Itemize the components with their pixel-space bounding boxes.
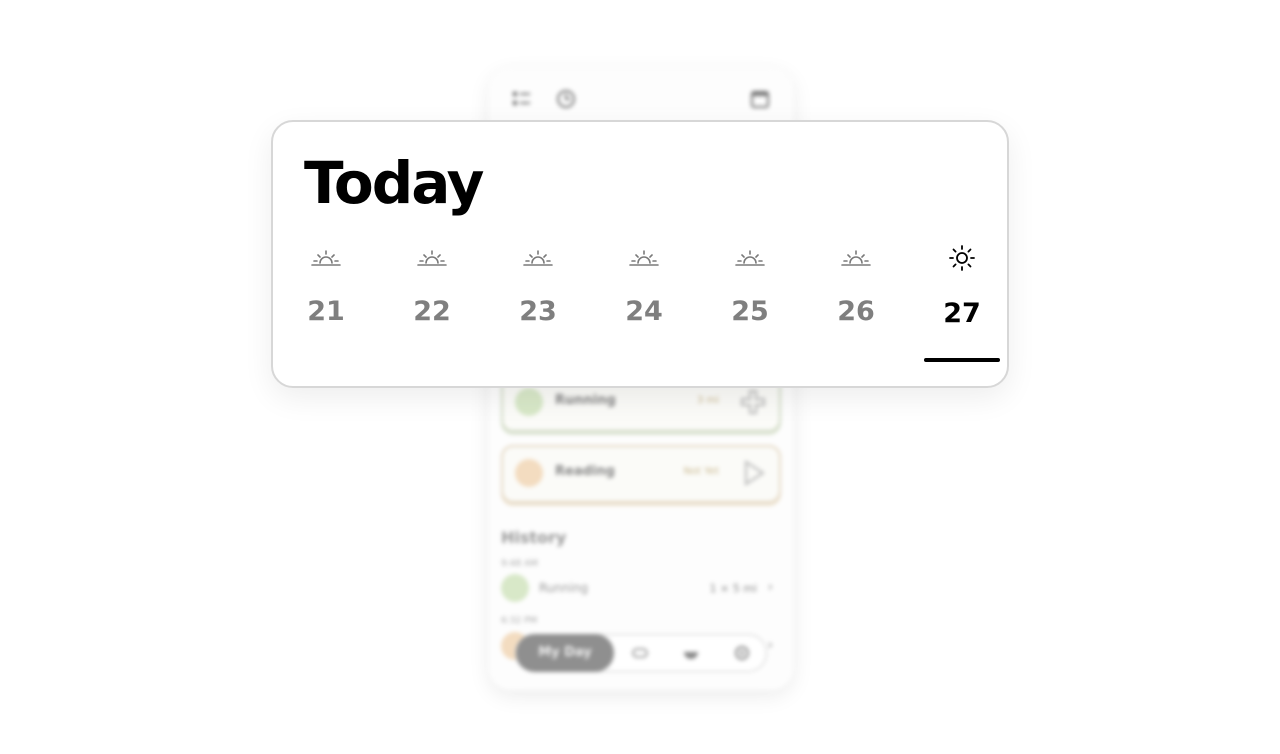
bottom-tab-bar: My Day: [515, 634, 767, 672]
plus-icon[interactable]: [739, 388, 767, 416]
play-icon[interactable]: [739, 459, 767, 487]
clock-icon[interactable]: [555, 88, 577, 110]
day-number: 26: [837, 296, 875, 327]
history-value: 1 × 5 mi: [709, 582, 757, 595]
list-icon[interactable]: [511, 88, 533, 110]
day-22[interactable]: 22: [387, 244, 477, 364]
habit-name: Running: [555, 393, 616, 408]
day-number: 21: [307, 296, 345, 327]
day-number: 22: [413, 296, 451, 327]
day-number: 23: [519, 296, 557, 327]
selected-day-indicator: [924, 358, 1000, 362]
sunrise-icon: [311, 250, 341, 266]
sunrise-icon: [735, 250, 765, 266]
habit-progress: 3 mi: [696, 395, 719, 406]
day-25[interactable]: 25: [705, 244, 795, 364]
history-time: 9:48 AM: [501, 559, 538, 569]
habit-avatar: [515, 388, 543, 416]
day-27[interactable]: 27: [917, 244, 1007, 364]
page-title: Today: [304, 149, 484, 217]
history-time: 6:32 PM: [501, 616, 538, 626]
tab-my-day[interactable]: My Day: [516, 634, 614, 672]
habit-progress: Not Yet: [683, 466, 719, 477]
day-23[interactable]: 23: [493, 244, 583, 364]
chevron-right-icon: ›: [767, 638, 773, 653]
sunrise-icon: [417, 250, 447, 266]
sun-icon: [949, 245, 975, 271]
habit-card-reading[interactable]: Reading Not Yet: [501, 445, 781, 503]
day-selector: 21 22 23 24 25 26 27: [273, 244, 1007, 374]
history-title: History: [501, 528, 567, 547]
settings-icon[interactable]: [733, 644, 751, 662]
tab-my-day-label: My Day: [538, 645, 592, 660]
habit-avatar: [515, 459, 543, 487]
history-name: Running: [539, 581, 589, 595]
today-card: Today 21 22 23 24 25 26 27: [271, 120, 1009, 388]
habit-name: Reading: [555, 464, 615, 479]
day-number: 27: [943, 298, 981, 329]
app-toolbar: [509, 88, 773, 112]
bowl-icon[interactable]: [682, 644, 700, 662]
chevron-right-icon: ›: [767, 580, 773, 595]
history-row[interactable]: Running 1 × 5 mi ›: [501, 574, 781, 604]
day-21[interactable]: 21: [281, 244, 371, 364]
sunrise-icon: [629, 250, 659, 266]
toggle-icon[interactable]: [631, 644, 649, 662]
sunrise-icon: [841, 250, 871, 266]
calendar-icon[interactable]: [749, 88, 771, 110]
day-26[interactable]: 26: [811, 244, 901, 364]
day-24[interactable]: 24: [599, 244, 689, 364]
sunrise-icon: [523, 250, 553, 266]
day-number: 25: [731, 296, 769, 327]
history-avatar: [501, 574, 529, 602]
day-number: 24: [625, 296, 663, 327]
